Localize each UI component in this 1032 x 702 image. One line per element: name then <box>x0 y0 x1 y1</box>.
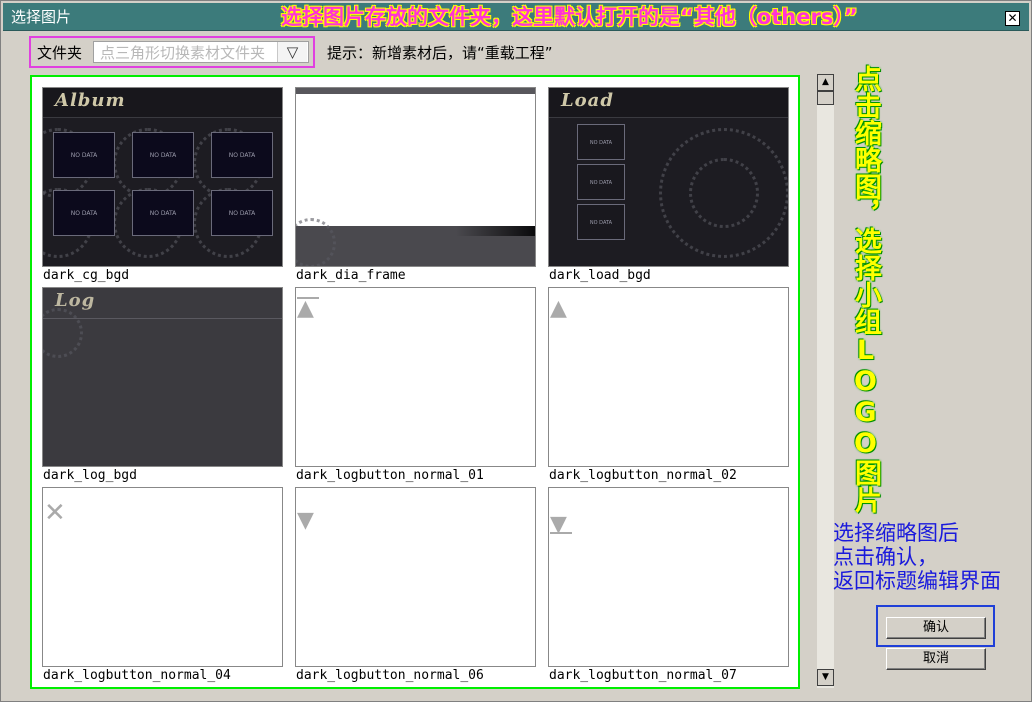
reload-hint: 提示：新增素材后，请“重载工程” <box>327 44 553 62</box>
bar-mark <box>550 532 572 534</box>
confirm-button[interactable]: 确认 <box>886 617 986 639</box>
frame-top-bar <box>296 88 535 94</box>
x-icon: ✕ <box>44 498 66 528</box>
no-data-slot: NO DATA <box>53 132 115 178</box>
scroll-thumb[interactable] <box>817 91 834 105</box>
no-data-slot: NO DATA <box>132 132 194 178</box>
thumbnail-gallery: Album NO DATA NO DATA NO DATA NO DATA NO… <box>30 75 800 689</box>
lace-ornament <box>43 308 83 358</box>
folder-dropdown-value: 点三角形切换素材文件夹 <box>100 44 266 62</box>
no-data-slot: NO DATA <box>211 190 273 236</box>
folder-dropdown[interactable]: 点三角形切换素材文件夹 ▽ <box>93 41 309 63</box>
image-picker-dialog: 选择图片 选择图片存放的文件夹，这里默认打开的是“其他（others）” ✕ 文… <box>0 0 1032 702</box>
scroll-down-button[interactable]: ▼ <box>817 669 834 686</box>
thumbnail-logbutton-02[interactable]: ▲ <box>548 287 789 467</box>
folder-label: 文件夹 <box>37 44 83 62</box>
no-data-slot: NO DATA <box>577 204 625 240</box>
thumbnail-caption: dark_logbutton_normal_06 <box>296 668 484 683</box>
folder-selector-highlight: 文件夹 点三角形切换素材文件夹 ▽ <box>29 36 315 68</box>
thumbnail-album[interactable]: Album NO DATA NO DATA NO DATA NO DATA NO… <box>42 87 283 267</box>
triangle-up-icon: ▲ <box>550 296 567 321</box>
annotation-line: 返回标题编辑界面 <box>833 569 1001 593</box>
triangle-up-bar-icon: ▲ <box>297 296 314 321</box>
thumbnail-logbutton-06[interactable]: ▼ <box>295 487 536 667</box>
no-data-slot: NO DATA <box>577 124 625 160</box>
thumbnail-caption: dark_logbutton_normal_01 <box>296 468 484 483</box>
no-data-slot: NO DATA <box>53 190 115 236</box>
lace-mandala-inner <box>689 158 759 228</box>
thumbnail-log[interactable]: Log <box>42 287 283 467</box>
thumbnail-caption: dark_load_bgd <box>549 268 651 283</box>
load-title: Load <box>561 90 614 111</box>
scroll-down-icon: ▼ <box>822 672 829 682</box>
thumbnail-caption: dark_logbutton_normal_04 <box>43 668 231 683</box>
frame-accent <box>456 226 535 236</box>
cancel-button[interactable]: 取消 <box>886 648 986 670</box>
annotation-line: 选择缩略图后 <box>833 521 959 545</box>
triangle-down-icon: ▼ <box>297 508 314 533</box>
thumbnail-caption: dark_log_bgd <box>43 468 137 483</box>
gallery-scrollbar[interactable]: ▲ ▼ <box>817 74 834 688</box>
no-data-slot: NO DATA <box>577 164 625 200</box>
dropdown-triangle-icon[interactable]: ▽ <box>277 42 307 62</box>
thumbnail-instruction-annotation: 点击缩略图，选择小组LOGO图片 <box>850 65 881 513</box>
confirm-instruction-annotation: 选择缩略图后 点击确认， 返回标题编辑界面 <box>833 521 1032 593</box>
thumbnail-logbutton-01[interactable]: ▲ <box>295 287 536 467</box>
no-data-slot: NO DATA <box>132 190 194 236</box>
thumbnail-logbutton-04[interactable]: ✕ <box>42 487 283 667</box>
scroll-up-button[interactable]: ▲ <box>817 74 834 91</box>
window-title: 选择图片 <box>11 8 72 26</box>
thumbnail-caption: dark_cg_bgd <box>43 268 130 283</box>
thumbnail-load[interactable]: Load NO DATA NO DATA NO DATA <box>548 87 789 267</box>
close-icon: ✕ <box>1007 11 1018 25</box>
thumbnail-dialog-frame[interactable] <box>295 87 536 267</box>
thumbnail-caption: dark_logbutton_normal_07 <box>549 668 737 683</box>
thumbnail-caption: dark_dia_frame <box>296 268 406 283</box>
thumbnail-caption: dark_logbutton_normal_02 <box>549 468 737 483</box>
close-button[interactable]: ✕ <box>1005 11 1020 26</box>
album-title: Album <box>55 90 126 111</box>
annotation-line: 点击确认， <box>833 545 938 569</box>
folder-annotation: 选择图片存放的文件夹，这里默认打开的是“其他（others）” <box>281 5 858 29</box>
title-bar: 选择图片 选择图片存放的文件夹，这里默认打开的是“其他（others）” ✕ <box>3 3 1029 31</box>
no-data-slot: NO DATA <box>211 132 273 178</box>
scroll-up-icon: ▲ <box>822 77 829 87</box>
thumbnail-logbutton-07[interactable]: ▼ <box>548 487 789 667</box>
